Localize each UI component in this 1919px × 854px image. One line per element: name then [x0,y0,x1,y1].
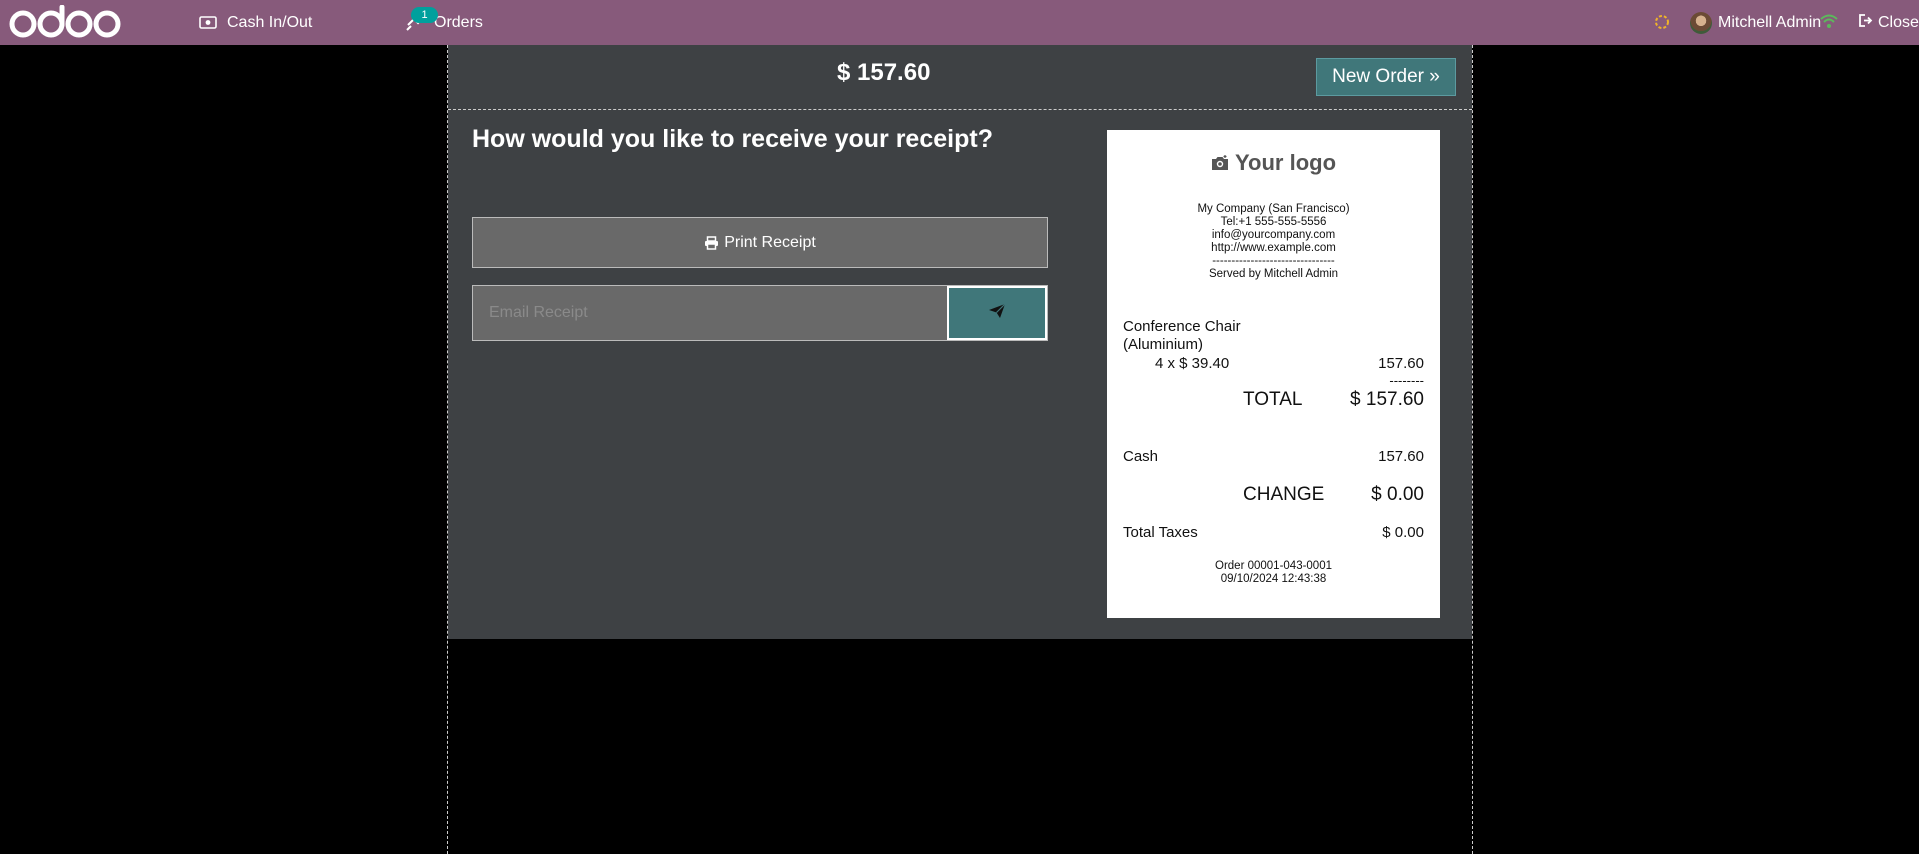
close-button[interactable]: Close [1859,0,1919,45]
receipt-separator: -------------------------------- [1212,255,1335,267]
orders-count-badge: 1 [411,7,438,23]
receipt-taxes-label: Total Taxes [1123,524,1198,541]
receipt-panel: $ 157.60 New Order » How would you like … [448,45,1472,639]
receipt-payment-value: 157.60 [1378,448,1424,465]
printer-icon [704,235,719,250]
receipt-logo-text: Your logo [1234,150,1337,175]
receipt-line-product: Conference Chair (Aluminium) [1123,318,1241,353]
money-icon [199,16,217,29]
receipt-total-value: $ 157.60 [1350,389,1424,410]
email-receipt-input[interactable] [473,286,947,340]
receipt-company: My Company (San Francisco) [1197,203,1350,215]
email-receipt-group [472,285,1048,341]
close-label: Close [1878,13,1919,31]
receipt-phone: Tel:+1 555-555-5556 [1220,216,1327,228]
order-total-amount: $ 157.60 [837,59,931,86]
orders-label: Orders [434,13,483,31]
receipt-screen: $ 157.60 New Order » How would you like … [447,45,1473,854]
print-receipt-button[interactable]: Print Receipt [472,217,1048,268]
receipt-change-value: $ 0.00 [1371,484,1424,505]
receipt-total-dashes: -------- [1389,373,1424,388]
sign-out-icon [1859,13,1873,32]
paper-plane-icon [988,303,1006,324]
receipt-email: info@yourcompany.com [1211,229,1336,241]
receipt-question: How would you like to receive your recei… [472,125,993,153]
receipt-line-amount: 157.60 [1378,355,1424,372]
camera-icon [1211,155,1229,171]
receipt-website: http://www.example.com [1211,242,1336,254]
cash-in-out-button[interactable]: Cash In/Out [199,0,312,45]
new-order-label: New Order » [1332,66,1440,87]
receipt-preview: Your logo My Company (San Francisco) Tel… [1107,130,1440,618]
receipt-header: My Company (San Francisco) Tel:+1 555-55… [1107,203,1440,281]
receipt-footer: Order 00001-043-0001 09/10/2024 12:43:38 [1107,560,1440,586]
user-menu[interactable]: Mitchell Admin [1690,0,1821,45]
receipt-order-date: 09/10/2024 12:43:38 [1220,573,1327,585]
receipt-change-label: CHANGE [1243,484,1325,505]
receipt-top-row: $ 157.60 New Order » [448,45,1472,110]
receipt-total-label: TOTAL [1243,389,1303,410]
cash-in-out-label: Cash In/Out [227,13,313,31]
receipt-order-ref: Order 00001-043-0001 [1215,560,1332,572]
new-order-button[interactable]: New Order » [1316,58,1456,96]
receipt-payment-label: Cash [1123,448,1159,465]
odoo-logo [9,5,121,39]
send-email-button[interactable] [947,286,1047,340]
print-receipt-label: Print Receipt [724,233,816,251]
receipt-line-qty-price: 4 x $ 39.40 [1155,355,1230,372]
user-name: Mitchell Admin [1718,13,1822,31]
sync-status-icon[interactable] [1652,12,1672,37]
wifi-icon [1819,13,1839,34]
receipt-logo: Your logo [1107,150,1440,176]
receipt-served-by: Served by Mitchell Admin [1208,268,1339,280]
user-avatar [1690,11,1712,34]
receipt-taxes-value: $ 0.00 [1382,524,1424,541]
pos-navbar: Cash In/Out Orders 1 Mitchell Admin Clos… [0,0,1919,45]
